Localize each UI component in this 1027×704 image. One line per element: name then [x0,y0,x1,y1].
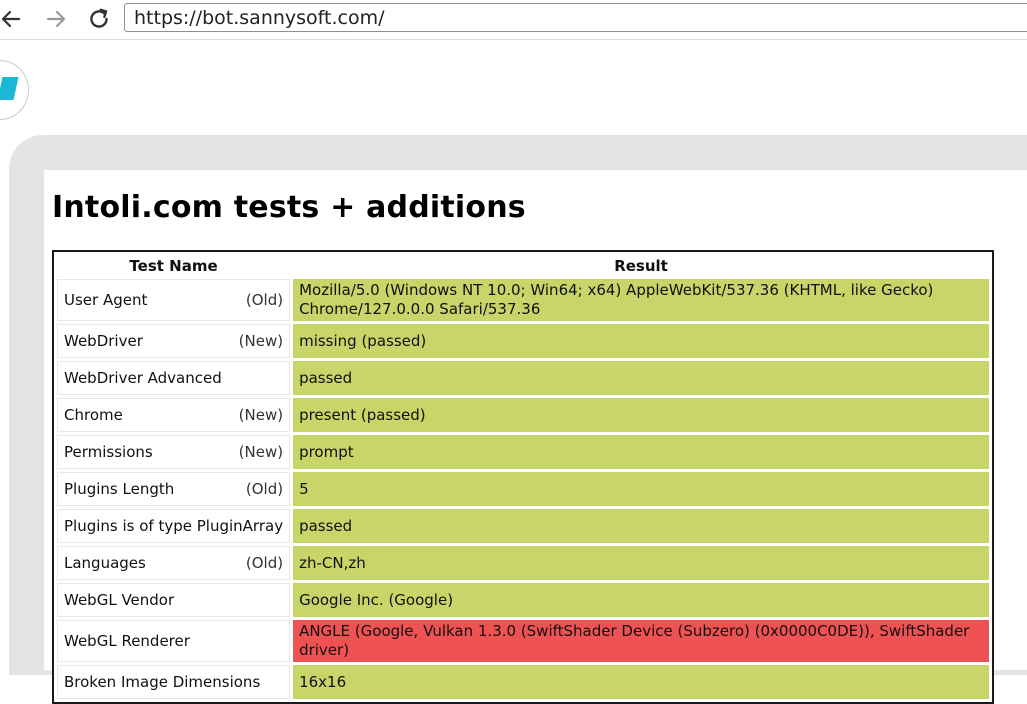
test-result-cell: Google Inc. (Google) [293,583,989,617]
test-name-cell: WebDriver Advanced [57,361,291,395]
test-result-cell: passed [293,509,989,543]
test-name-wrapper: WebDriver (New) [64,332,283,350]
test-version-tag: (New) [238,443,284,461]
browser-toolbar [0,0,1027,40]
table-row: WebGL Renderer ANGLE (Google, Vulkan 1.3.… [57,620,989,662]
test-name-cell: WebGL Vendor [57,583,291,617]
test-result-cell: prompt [293,435,989,469]
test-name-cell: Plugins is of type PluginArray [57,509,291,543]
test-name-wrapper: Broken Image Dimensions [64,673,283,691]
table-row: WebDriver (New) missing (passed) [57,324,989,358]
test-name: Plugins Length [64,480,175,498]
test-name-wrapper: Permissions (New) [64,443,283,461]
table-row: Plugins Length (Old) 5 [57,472,989,506]
table-row: User Agent (Old) Mozilla/5.0 (Windows NT 1… [57,279,989,321]
test-result-cell: zh-CN,zh [293,546,989,580]
test-name: Plugins is of type PluginArray [64,517,284,535]
test-name-wrapper: WebGL Vendor [64,591,283,609]
test-name-cell: Languages (Old) [57,546,291,580]
test-name-cell: Permissions (New) [57,435,291,469]
table-row: Permissions (New) prompt [57,435,989,469]
results-table: Test Name Result User Agent (Old) Mozilla/… [52,250,994,704]
arrow-left-icon [1,10,21,28]
test-result-cell: Mozilla/5.0 (Windows NT 10.0; Win64; x64… [293,279,989,321]
test-name-cell: User Agent (Old) [57,279,291,321]
extension-icon[interactable] [0,60,29,120]
test-result-cell: missing (passed) [293,324,989,358]
test-name-cell: WebGL Renderer [57,620,291,662]
reload-icon [90,8,108,28]
test-name-cell: Broken Image Dimensions [57,665,291,699]
test-name: WebGL Vendor [64,591,175,609]
table-row: Chrome (New) present (passed) [57,398,989,432]
test-name: Chrome [64,406,123,424]
test-result-cell: passed [293,361,989,395]
reload-button[interactable] [84,4,114,34]
test-name-wrapper: Chrome (New) [64,406,283,424]
arrow-right-icon [46,10,66,28]
test-name-cell: Plugins Length (Old) [57,472,291,506]
test-name: WebGL Renderer [64,632,190,650]
test-version-tag: (New) [238,406,284,424]
test-result-cell: present (passed) [293,398,989,432]
test-version-tag: (Old) [245,480,284,498]
page-title: Intoli.com tests + additions [52,190,526,225]
test-name-wrapper: WebDriver Advanced [64,369,283,387]
table-row: WebDriver Advanced passed [57,361,989,395]
test-name-cell: Chrome (New) [57,398,291,432]
test-name-wrapper: Plugins Length (Old) [64,480,283,498]
results-table-body: User Agent (Old) Mozilla/5.0 (Windows NT 1… [57,279,989,699]
test-result-cell: ANGLE (Google, Vulkan 1.3.0 (SwiftShader… [293,620,989,662]
test-name: Permissions [64,443,153,461]
test-version-tag: (Old) [245,291,284,309]
test-name: User Agent [64,291,148,309]
forward-button[interactable] [41,4,71,34]
test-name-wrapper: Languages (Old) [64,554,283,572]
extension-logo [0,77,19,100]
column-header-test-name: Test Name [129,256,218,275]
back-button[interactable] [0,4,26,34]
test-name-wrapper: User Agent (Old) [64,291,283,309]
test-name-wrapper: WebGL Renderer [64,632,283,650]
url-input[interactable] [125,4,1027,31]
table-row: Broken Image Dimensions 16x16 [57,665,989,699]
test-name: WebDriver [64,332,143,350]
test-version-tag: (Old) [245,554,284,572]
test-name: Broken Image Dimensions [64,673,261,691]
table-row: WebGL Vendor Google Inc. (Google) [57,583,989,617]
test-result-cell: 5 [293,472,989,506]
table-row: Languages (Old) zh-CN,zh [57,546,989,580]
test-version-tag: (New) [238,332,284,350]
table-header-row: Test Name Result [57,255,989,276]
test-name-cell: WebDriver (New) [57,324,291,358]
table-row: Plugins is of type PluginArray passed [57,509,989,543]
test-name-wrapper: Plugins is of type PluginArray [64,517,283,535]
address-bar[interactable] [124,3,1027,32]
test-result-cell: 16x16 [293,665,989,699]
column-header-result: Result [614,256,668,275]
test-name: WebDriver Advanced [64,369,222,387]
test-name: Languages [64,554,146,572]
